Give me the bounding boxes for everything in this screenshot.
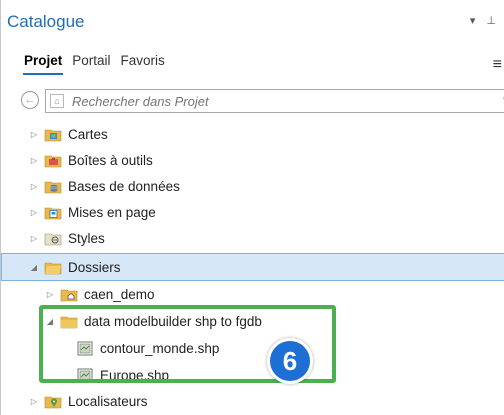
tab-portail[interactable]: Portail xyxy=(71,53,111,75)
pane-title: Catalogue xyxy=(7,12,85,31)
tree-item-label: Styles xyxy=(68,230,105,246)
tree-item-styles[interactable]: ▷ Styles xyxy=(1,225,504,251)
menu-icon[interactable]: ≡ xyxy=(493,56,502,74)
maps-folder-icon xyxy=(44,127,62,142)
expand-icon[interactable]: ▷ xyxy=(29,182,39,191)
step-number-badge: 6 xyxy=(267,338,313,384)
tab-favoris[interactable]: Favoris xyxy=(120,53,166,75)
tree-item-label: Cartes xyxy=(68,126,108,142)
expand-icon[interactable]: ▷ xyxy=(29,156,39,165)
tree-item-label: Mises en page xyxy=(68,204,156,220)
tab-projet[interactable]: Projet xyxy=(23,53,64,75)
expand-icon[interactable]: ▷ xyxy=(29,234,39,243)
tree-item-localisateurs[interactable]: ▷ Localisateurs xyxy=(1,388,504,414)
tree-item-dossiers[interactable]: ◢ Dossiers xyxy=(1,253,504,281)
styles-folder-icon xyxy=(44,231,62,246)
search-input[interactable] xyxy=(72,92,472,110)
tree-item-bases[interactable]: ▷ Bases de données xyxy=(1,173,504,199)
tree-item-mises[interactable]: ▷ Mises en page xyxy=(1,199,504,225)
folders-icon xyxy=(44,260,62,275)
tree-item-cartes[interactable]: ▷ Cartes xyxy=(1,121,504,147)
tree-item-label: Localisateurs xyxy=(68,393,148,409)
back-arrow-icon[interactable]: ← xyxy=(21,91,39,109)
catalog-pane: Catalogue ▾ ⊥ Projet Portail Favoris ≡ ←… xyxy=(0,0,504,415)
expand-icon[interactable]: ▷ xyxy=(29,130,39,139)
tab-bar: Projet Portail Favoris xyxy=(23,53,166,75)
expand-icon[interactable]: ▷ xyxy=(29,397,39,406)
tree-item-label: caen_demo xyxy=(84,286,155,302)
tree-item-label: Bases de données xyxy=(68,178,180,194)
home-folder-icon xyxy=(60,287,78,302)
pane-controls[interactable]: ▾ ⊥ xyxy=(470,14,500,27)
tree-item-caen-demo[interactable]: ▷ caen_demo xyxy=(1,281,504,307)
database-folder-icon xyxy=(44,179,62,194)
collapse-icon[interactable]: ◢ xyxy=(29,263,39,272)
toolbox-folder-icon xyxy=(44,153,62,168)
tree-item-label: Dossiers xyxy=(68,259,121,275)
home-icon: ⌂ xyxy=(50,94,64,108)
locators-folder-icon xyxy=(44,394,62,409)
expand-icon[interactable]: ▷ xyxy=(45,290,55,299)
tree-item-label: Boîtes à outils xyxy=(68,152,153,168)
search-row: ← ⌂ ⚲ ▾ xyxy=(21,89,504,113)
search-box[interactable]: ⌂ ⚲ ▾ xyxy=(45,89,504,113)
tree-item-boites[interactable]: ▷ Boîtes à outils xyxy=(1,147,504,173)
expand-icon[interactable]: ▷ xyxy=(29,208,39,217)
layouts-folder-icon xyxy=(44,205,62,220)
